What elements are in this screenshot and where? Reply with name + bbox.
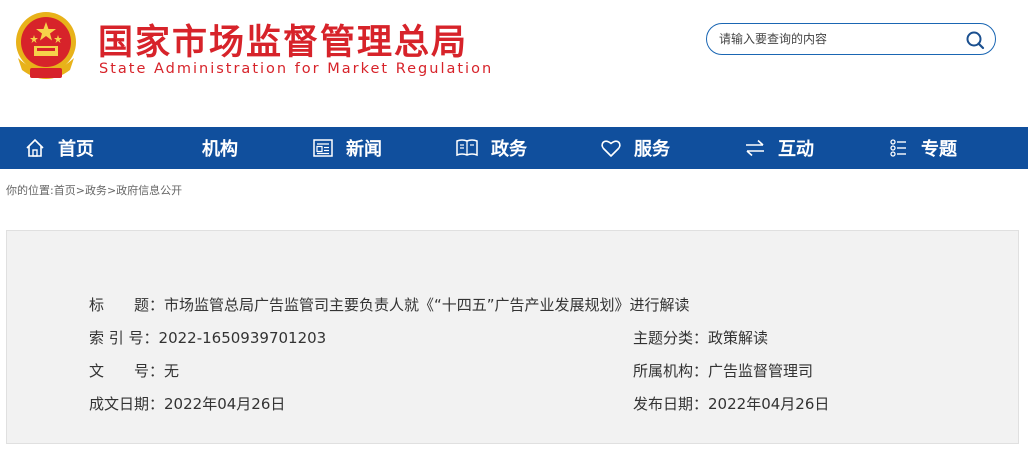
breadcrumb-separator: > bbox=[75, 184, 85, 197]
nav-label-interact: 互动 bbox=[778, 139, 814, 160]
site-subtitle: State Administration for Market Regulati… bbox=[99, 61, 494, 77]
doc-no-label: 文 号： bbox=[89, 362, 165, 380]
written-date-label: 成文日期： bbox=[89, 395, 165, 413]
nav-item-affairs[interactable]: 政务 bbox=[455, 127, 527, 169]
nav-item-topic[interactable]: 专题 bbox=[887, 127, 957, 169]
nav-label-home: 首页 bbox=[58, 139, 94, 160]
breadcrumb-prefix: 你的位置: bbox=[6, 184, 54, 197]
doc-no-value: 无 bbox=[164, 362, 180, 380]
org-field: 所属机构：广告监督管理司 bbox=[633, 360, 813, 381]
breadcrumb-link-home[interactable]: 首页 bbox=[54, 184, 76, 197]
breadcrumb-link-affairs[interactable]: 政务 bbox=[85, 184, 107, 197]
index-label: 索 引 号： bbox=[89, 329, 159, 347]
nav-label-service: 服务 bbox=[634, 139, 670, 160]
nav-item-org[interactable]: 机构 bbox=[202, 127, 238, 169]
written-date-value: 2022年04月26日 bbox=[164, 395, 286, 413]
document-info-panel: 标 题：市场监管总局广告监管司主要负责人就《“十四五”广告产业发展规划》进行解读… bbox=[6, 230, 1019, 444]
affairs-icon bbox=[456, 139, 478, 157]
exchange-icon bbox=[746, 139, 764, 157]
category-value: 政策解读 bbox=[708, 329, 769, 347]
nav-label-news: 新闻 bbox=[346, 139, 382, 160]
site-header: 国家市场监督管理总局 State Administration for Mark… bbox=[0, 0, 1028, 127]
breadcrumb-link-gov-info[interactable]: 政府信息公开 bbox=[116, 184, 182, 197]
title-value: 市场监管总局广告监管司主要负责人就《“十四五”广告产业发展规划》进行解读 bbox=[164, 296, 690, 314]
search-icon[interactable] bbox=[965, 30, 985, 50]
nav-item-service[interactable]: 服务 bbox=[600, 127, 670, 169]
breadcrumb-separator: > bbox=[106, 184, 117, 197]
search-box bbox=[706, 23, 996, 55]
nav-item-news[interactable]: 新闻 bbox=[312, 127, 382, 169]
heart-icon bbox=[601, 140, 621, 157]
nav-label-topic: 专题 bbox=[921, 139, 957, 160]
doc-no-field: 文 号：无 bbox=[89, 360, 179, 381]
title-field: 标 题：市场监管总局广告监管司主要负责人就《“十四五”广告产业发展规划》进行解读 bbox=[89, 294, 690, 315]
org-label: 所属机构： bbox=[633, 362, 709, 380]
written-date-field: 成文日期：2022年04月26日 bbox=[89, 393, 285, 414]
main-nav: 首页 机构 新闻 政务 服务 互动 专题 bbox=[0, 127, 1028, 169]
nav-item-interact[interactable]: 互动 bbox=[744, 127, 814, 169]
publish-date-value: 2022年04月26日 bbox=[708, 395, 830, 413]
index-value: 2022-1650939701203 bbox=[158, 329, 327, 347]
national-emblem-icon bbox=[16, 12, 76, 79]
topic-icon bbox=[890, 139, 906, 157]
category-field: 主题分类：政策解读 bbox=[633, 327, 768, 348]
nav-label-affairs: 政务 bbox=[491, 139, 527, 160]
publish-date-label: 发布日期： bbox=[633, 395, 709, 413]
index-field: 索 引 号：2022-1650939701203 bbox=[89, 327, 326, 348]
nav-label-org: 机构 bbox=[202, 139, 238, 160]
title-label: 标 题： bbox=[89, 296, 165, 314]
org-value: 广告监督管理司 bbox=[708, 362, 814, 380]
nav-item-home[interactable]: 首页 bbox=[24, 127, 94, 169]
news-icon bbox=[313, 139, 333, 157]
site-title: 国家市场监督管理总局 bbox=[98, 23, 469, 63]
search-input[interactable] bbox=[719, 30, 959, 48]
category-label: 主题分类： bbox=[633, 329, 709, 347]
home-icon bbox=[26, 138, 44, 157]
breadcrumb: 你的位置:首页>政务>政府信息公开 bbox=[6, 182, 182, 198]
publish-date-field: 发布日期：2022年04月26日 bbox=[633, 393, 829, 414]
